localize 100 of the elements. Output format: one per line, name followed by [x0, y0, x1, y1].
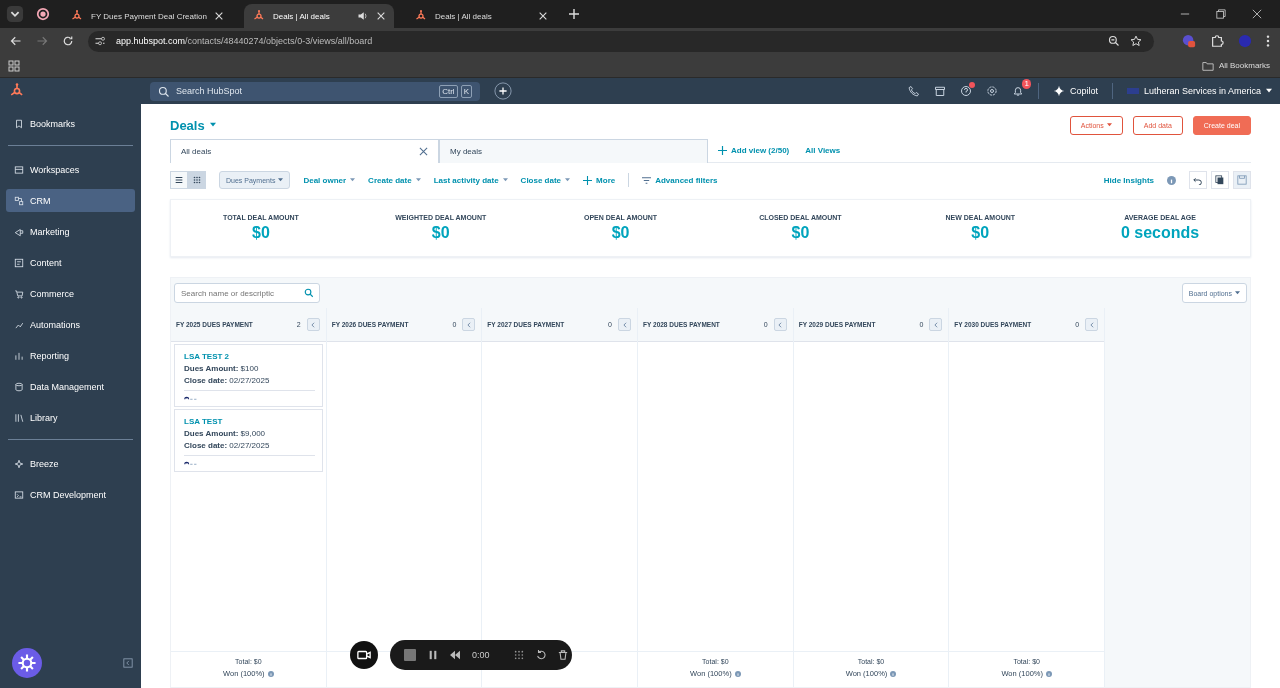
info-icon [1045, 670, 1052, 677]
copy-button[interactable] [1211, 171, 1229, 189]
help-icon[interactable] [959, 85, 972, 97]
account-menu[interactable]: Lutheran Services in America [1126, 85, 1272, 97]
restart-icon[interactable] [535, 650, 546, 660]
metric-value: $0 [251, 224, 271, 242]
view-tab[interactable]: My deals [439, 138, 708, 163]
zoom-icon[interactable] [1108, 35, 1120, 47]
bookmarks-folder[interactable]: All Bookmarks [1201, 59, 1272, 72]
add-icon[interactable] [494, 82, 512, 100]
caret-icon [209, 122, 216, 128]
puzzle-icon[interactable] [1210, 34, 1224, 48]
sparkle-icon [14, 458, 24, 469]
url-text: app.hubspot.com/contacts/48440274/objects/0-3/views/all/board [116, 36, 373, 46]
info-icon [734, 670, 741, 677]
board-view-button[interactable] [188, 171, 206, 189]
chevron-left-icon [465, 321, 472, 328]
caret-icon [565, 178, 571, 182]
sidebar-item[interactable]: Content [6, 251, 135, 274]
star-icon[interactable] [1130, 35, 1142, 47]
close-icon[interactable] [537, 11, 548, 21]
chevron-left-icon [621, 321, 628, 328]
deal-card[interactable]: LSA TEST 2 Dues Amount: $100 Close date: 02/27/2025 [174, 344, 323, 407]
info-icon [890, 670, 897, 677]
search-icon [304, 288, 314, 298]
sidebar-item[interactable]: Data Management [6, 375, 135, 398]
browser-tab[interactable]: Deals | All deals [405, 4, 556, 28]
more-icon[interactable] [1266, 34, 1270, 48]
address-field[interactable]: app.hubspot.com/contacts/48440274/objects/0-3/views/all/board [88, 30, 1154, 52]
reload-icon[interactable] [62, 35, 74, 47]
all-views-link[interactable]: All Views [805, 146, 841, 155]
bell-icon[interactable] [1011, 85, 1024, 97]
filter-dropdown[interactable]: Deal owner [303, 175, 356, 185]
page-title-menu[interactable]: Deals [170, 117, 216, 133]
pause-icon[interactable] [428, 650, 438, 660]
search-field[interactable]: Search name or descriptic [174, 283, 320, 303]
trash-icon[interactable] [557, 650, 568, 660]
filter-dropdown[interactable]: Close date [520, 175, 571, 185]
cart-icon [14, 288, 24, 299]
sidebar-item[interactable]: Reporting [6, 344, 135, 367]
sidebar-item[interactable]: Marketing [6, 220, 135, 243]
filter-icon [642, 175, 652, 185]
sidebar-item[interactable]: CRM [6, 189, 135, 212]
phone-icon[interactable] [907, 85, 920, 97]
chevron-left-icon [932, 321, 939, 328]
filter-dropdown[interactable]: Last activity date [433, 175, 508, 185]
collapse-icon[interactable] [123, 658, 133, 668]
restore-icon[interactable] [1216, 9, 1226, 19]
close-icon[interactable] [213, 11, 224, 21]
rewind-icon[interactable] [450, 650, 460, 660]
more-filters-link[interactable]: More [583, 175, 616, 185]
megaphone-icon [14, 226, 24, 237]
add-view-link[interactable]: Add view (2/50) [718, 146, 790, 155]
chevron-left-icon [310, 321, 317, 328]
grid-icon [192, 175, 202, 185]
browser-tab[interactable]: Deals | All deals [243, 4, 394, 28]
back-icon[interactable] [10, 35, 22, 47]
tab-search-icon[interactable] [6, 5, 24, 23]
sidebar-item[interactable]: Workspaces [6, 158, 135, 181]
store-icon[interactable] [933, 85, 946, 97]
speaker-icon[interactable] [356, 10, 369, 22]
new-tab-icon[interactable] [567, 8, 580, 20]
metric-value: $0 [430, 224, 451, 242]
apps-grid-icon[interactable] [8, 59, 20, 72]
settings-icon[interactable] [985, 85, 998, 97]
assistant-icon[interactable] [12, 648, 42, 678]
sidebar-item[interactable]: Commerce [6, 282, 135, 305]
sidebar-item[interactable]: Bookmarks [6, 112, 135, 135]
association-icon [184, 461, 198, 466]
list-view-button[interactable] [170, 171, 188, 189]
chevron-left-icon [777, 321, 784, 328]
close-icon[interactable] [375, 11, 386, 21]
deal-card[interactable]: LSA TEST Dues Amount: $9,000 Close date: 02/27/2025 [174, 409, 323, 472]
bookmark-icon [14, 118, 24, 129]
sparkle-icon [1052, 85, 1065, 97]
record-icon[interactable] [36, 7, 50, 21]
grid-icon[interactable] [513, 650, 524, 660]
filter-dropdown[interactable]: Create date [368, 175, 421, 185]
sidebar-item[interactable]: Breeze [6, 452, 135, 475]
deal-name-link[interactable]: LSA TEST 2 [184, 352, 315, 361]
copilot-button[interactable]: Copilot [1052, 85, 1098, 97]
info-icon [267, 670, 274, 677]
metric-value: 0 seconds [1119, 224, 1201, 242]
account-logo-icon [1126, 85, 1139, 97]
sidebar-item[interactable]: CRM Development [6, 483, 135, 506]
deal-name-link[interactable]: LSA TEST [184, 417, 315, 426]
info-icon [1167, 175, 1176, 185]
sidebar-item[interactable]: Automations [6, 313, 135, 336]
advanced-filters-link[interactable]: Advanced filters [642, 175, 718, 185]
page-icon [14, 257, 24, 268]
sidebar-item[interactable]: Library [6, 406, 135, 429]
browser-tab[interactable]: FY Dues Payment Deal Creation [62, 4, 232, 28]
copy-icon [1215, 175, 1225, 185]
hide-insights-link[interactable]: Hide Insights [1103, 175, 1154, 185]
site-settings-icon[interactable] [94, 35, 106, 47]
extension-icon[interactable] [1182, 34, 1196, 48]
association-icon [184, 396, 198, 401]
metric-value: $0 [610, 224, 631, 242]
view-tab[interactable]: All deals [170, 138, 439, 163]
metric-value: $0 [790, 224, 811, 242]
